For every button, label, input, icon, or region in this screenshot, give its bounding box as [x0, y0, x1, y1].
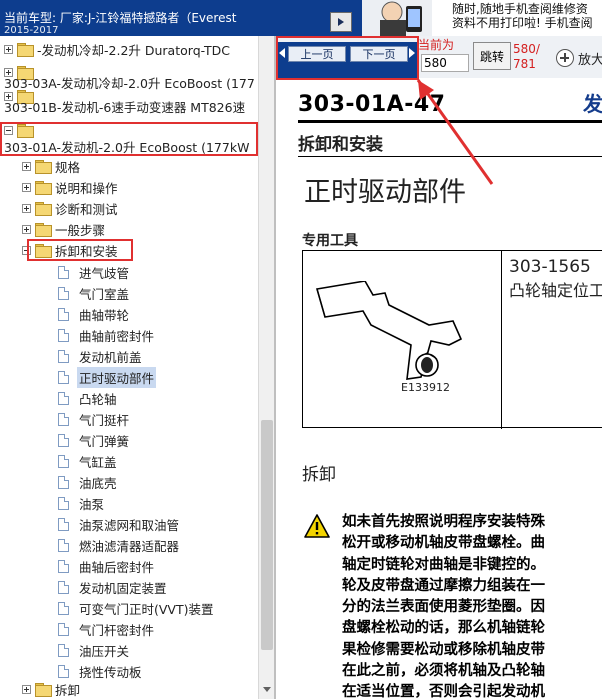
annotation-arrow — [416, 79, 494, 185]
